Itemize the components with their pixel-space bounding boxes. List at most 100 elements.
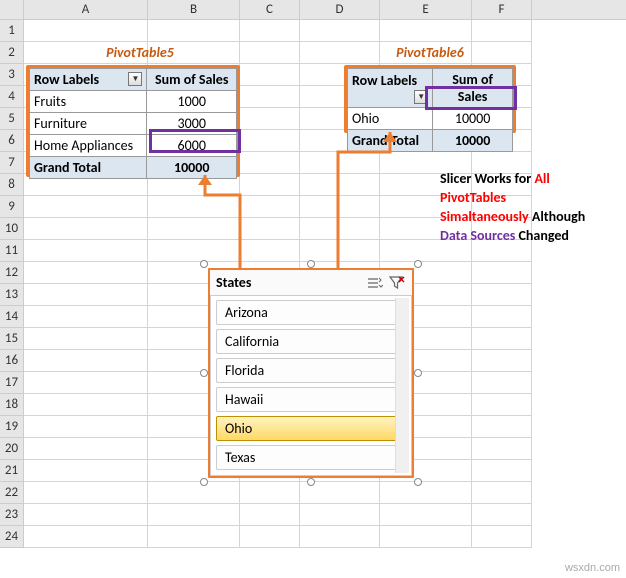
cell[interactable]: [472, 328, 532, 350]
cell[interactable]: [240, 504, 300, 526]
scrollbar[interactable]: [395, 298, 409, 473]
slicer-item[interactable]: Ohio: [216, 416, 406, 441]
row-header[interactable]: 1: [0, 20, 24, 42]
cell[interactable]: [240, 108, 300, 130]
row-header[interactable]: 13: [0, 284, 24, 306]
slicer-item[interactable]: Arizona: [216, 300, 406, 325]
cell[interactable]: [300, 504, 380, 526]
cell[interactable]: [24, 394, 148, 416]
cell[interactable]: [148, 526, 240, 548]
row-header[interactable]: 22: [0, 482, 24, 504]
cell[interactable]: [472, 20, 532, 42]
cell[interactable]: [380, 526, 472, 548]
select-all-corner[interactable]: [0, 0, 24, 19]
slicer-item[interactable]: Hawaii: [216, 387, 406, 412]
row-header[interactable]: 7: [0, 152, 24, 174]
slicer-item[interactable]: Florida: [216, 358, 406, 383]
cell[interactable]: [24, 350, 148, 372]
cell[interactable]: [472, 306, 532, 328]
cell[interactable]: [300, 152, 380, 174]
slicer-states[interactable]: States ArizonaCaliforniaFloridaHawaiiOhi…: [208, 268, 414, 478]
cell[interactable]: [240, 20, 300, 42]
cell[interactable]: [300, 218, 380, 240]
cell[interactable]: [472, 482, 532, 504]
cell[interactable]: [24, 306, 148, 328]
cell[interactable]: [472, 460, 532, 482]
row-header[interactable]: 12: [0, 262, 24, 284]
row-header[interactable]: 8: [0, 174, 24, 196]
cell[interactable]: [472, 350, 532, 372]
cell[interactable]: [148, 240, 240, 262]
cell[interactable]: [472, 262, 532, 284]
cell[interactable]: [472, 394, 532, 416]
cell[interactable]: [24, 328, 148, 350]
col-header[interactable]: D: [300, 0, 380, 19]
filter-dropdown-icon[interactable]: ▼: [414, 90, 428, 104]
cell[interactable]: [240, 174, 300, 196]
cell[interactable]: [24, 218, 148, 240]
row-header[interactable]: 3: [0, 64, 24, 86]
cell[interactable]: [148, 482, 240, 504]
cell[interactable]: [380, 482, 472, 504]
cell[interactable]: [24, 240, 148, 262]
row-header[interactable]: 20: [0, 438, 24, 460]
pivot5-row-labels-header[interactable]: Row Labels ▼: [30, 69, 147, 91]
row-header[interactable]: 2: [0, 42, 24, 64]
pivot5-row-label[interactable]: Furniture: [30, 113, 147, 135]
cell[interactable]: [240, 196, 300, 218]
cell[interactable]: [300, 20, 380, 42]
pivot5-row-label[interactable]: Home Appliances: [30, 135, 147, 157]
col-header[interactable]: A: [24, 0, 148, 19]
cell[interactable]: [240, 42, 300, 64]
col-header[interactable]: F: [472, 0, 532, 19]
row-header[interactable]: 9: [0, 196, 24, 218]
cell[interactable]: [380, 20, 472, 42]
multi-select-icon[interactable]: [366, 275, 384, 291]
cell[interactable]: [472, 504, 532, 526]
cell[interactable]: [24, 460, 148, 482]
cell[interactable]: [240, 526, 300, 548]
row-header[interactable]: 11: [0, 240, 24, 262]
cell[interactable]: [240, 482, 300, 504]
row-header[interactable]: 24: [0, 526, 24, 548]
cell[interactable]: [300, 196, 380, 218]
cell[interactable]: [24, 504, 148, 526]
cell[interactable]: [300, 526, 380, 548]
row-header[interactable]: 18: [0, 394, 24, 416]
col-header[interactable]: B: [148, 0, 240, 19]
cell[interactable]: [24, 438, 148, 460]
cell[interactable]: [472, 526, 532, 548]
pivot6-row-label[interactable]: Ohio: [348, 108, 433, 130]
cell[interactable]: [300, 482, 380, 504]
cell[interactable]: [148, 504, 240, 526]
pivot5-row-label[interactable]: Fruits: [30, 91, 147, 113]
cell[interactable]: [240, 64, 300, 86]
cell[interactable]: [472, 372, 532, 394]
cell[interactable]: [240, 130, 300, 152]
col-header[interactable]: C: [240, 0, 300, 19]
row-header[interactable]: 6: [0, 130, 24, 152]
cell[interactable]: [240, 152, 300, 174]
cell[interactable]: [472, 284, 532, 306]
cell[interactable]: [148, 196, 240, 218]
cell[interactable]: [380, 504, 472, 526]
cell[interactable]: [472, 416, 532, 438]
cell[interactable]: [148, 218, 240, 240]
row-header[interactable]: 14: [0, 306, 24, 328]
pivot-table-5[interactable]: Row Labels ▼ Sum of Sales Fruits1000 Fur…: [26, 65, 240, 177]
cell[interactable]: [24, 196, 148, 218]
pivot6-row-labels-header[interactable]: Row Labels ▼: [348, 69, 433, 108]
cell[interactable]: [24, 20, 148, 42]
row-header[interactable]: 21: [0, 460, 24, 482]
cell[interactable]: [240, 86, 300, 108]
clear-filter-icon[interactable]: [388, 275, 406, 291]
cell[interactable]: [24, 416, 148, 438]
col-header[interactable]: E: [380, 0, 472, 19]
cell[interactable]: [24, 526, 148, 548]
cell[interactable]: [24, 284, 148, 306]
filter-dropdown-icon[interactable]: ▼: [128, 72, 142, 86]
row-header[interactable]: 16: [0, 350, 24, 372]
cell[interactable]: [240, 240, 300, 262]
row-header[interactable]: 17: [0, 372, 24, 394]
cell[interactable]: [24, 372, 148, 394]
